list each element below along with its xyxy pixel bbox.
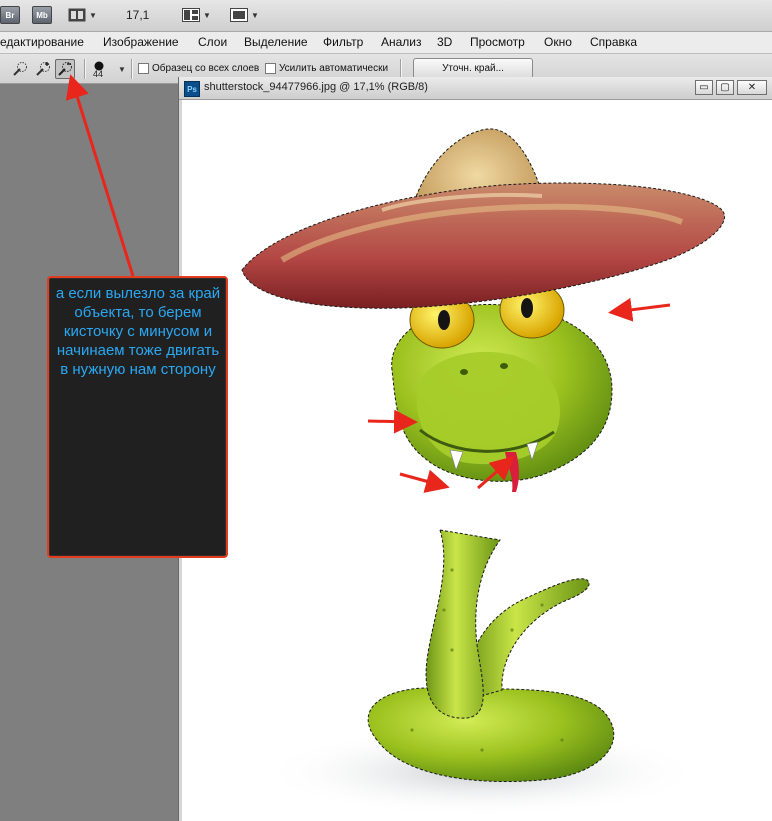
arrange-documents-button[interactable]: ▼ — [182, 6, 211, 24]
options-separator — [84, 59, 86, 79]
add-to-selection-brush-button[interactable] — [33, 59, 53, 79]
chevron-down-icon[interactable]: ▼ — [118, 65, 126, 74]
document-window: Ps shutterstock_94477966.jpg @ 17,1% (RG… — [178, 77, 772, 821]
sample-all-layers-checkbox[interactable]: Образец со всех слоев — [138, 63, 259, 74]
application-bar: Br Mb ▼ 17,1 ▼ ▼ — [0, 0, 772, 32]
menu-bar: едактирование Изображение Слои Выделение… — [0, 32, 772, 54]
chevron-down-icon: ▼ — [251, 10, 259, 20]
brush-size-value: 44 — [93, 69, 104, 79]
menu-3d[interactable]: 3D — [437, 35, 452, 49]
maximize-icon: ▢ — [720, 82, 730, 93]
close-button[interactable]: ✕ — [737, 80, 767, 95]
auto-enhance-checkbox[interactable]: Усилить автоматически — [265, 63, 388, 74]
annotation-callout: а если вылезло за край объекта, то берем… — [47, 276, 228, 558]
mini-bridge-button[interactable]: Mb — [32, 6, 52, 24]
chevron-down-icon: ▼ — [203, 10, 211, 20]
snake-photo — [241, 128, 725, 817]
screen-mode-button[interactable]: ▼ — [230, 6, 259, 24]
menu-analysis[interactable]: Анализ — [381, 35, 422, 49]
menu-edit[interactable]: едактирование — [0, 35, 84, 49]
refine-edge-button[interactable]: Уточн. край... — [413, 58, 533, 79]
annotation-text: а если вылезло за край объекта, то берем… — [55, 285, 221, 378]
photoshop-icon: Ps — [184, 81, 200, 97]
extras-menu-button[interactable]: ▼ — [68, 6, 97, 24]
menu-window[interactable]: Окно — [544, 35, 572, 49]
arrow-to-subtract-tool — [65, 74, 135, 277]
minimize-button[interactable]: ▭ — [695, 80, 713, 95]
new-selection-brush-button[interactable] — [10, 59, 30, 79]
layout-icon — [182, 8, 200, 22]
checkbox-box[interactable] — [265, 63, 276, 74]
maximize-button[interactable]: ▢ — [716, 80, 734, 95]
minimize-icon: ▭ — [699, 82, 709, 93]
quick-selection-brush-icon — [13, 62, 27, 76]
image-canvas[interactable] — [182, 100, 772, 821]
document-title: shutterstock_94477966.jpg @ 17,1% (RGB/8… — [204, 81, 428, 93]
zoom-level[interactable]: 17,1 — [126, 6, 149, 24]
chevron-down-icon: ▼ — [89, 10, 97, 20]
checkbox-box[interactable] — [138, 63, 149, 74]
film-strip-icon — [68, 8, 86, 22]
menu-view[interactable]: Просмотр — [470, 35, 525, 49]
close-icon: ✕ — [747, 82, 757, 93]
menu-filter[interactable]: Фильтр — [323, 35, 363, 49]
menu-layers[interactable]: Слои — [198, 35, 227, 49]
menu-select[interactable]: Выделение — [244, 35, 308, 49]
document-title-bar[interactable]: Ps shutterstock_94477966.jpg @ 17,1% (RG… — [179, 77, 772, 100]
sample-all-layers-label: Образец со всех слоев — [152, 63, 260, 74]
quick-selection-add-icon — [36, 62, 50, 76]
quick-selection-subtract-icon — [58, 62, 72, 76]
menu-help[interactable]: Справка — [590, 35, 637, 49]
menu-image[interactable]: Изображение — [103, 35, 179, 49]
screen-mode-icon — [230, 8, 248, 22]
subtract-from-selection-brush-button[interactable] — [55, 59, 75, 79]
bridge-launch-button[interactable]: Br — [0, 6, 20, 24]
options-separator — [400, 59, 402, 79]
auto-enhance-label: Усилить автоматически — [279, 63, 389, 74]
options-separator — [131, 59, 133, 79]
